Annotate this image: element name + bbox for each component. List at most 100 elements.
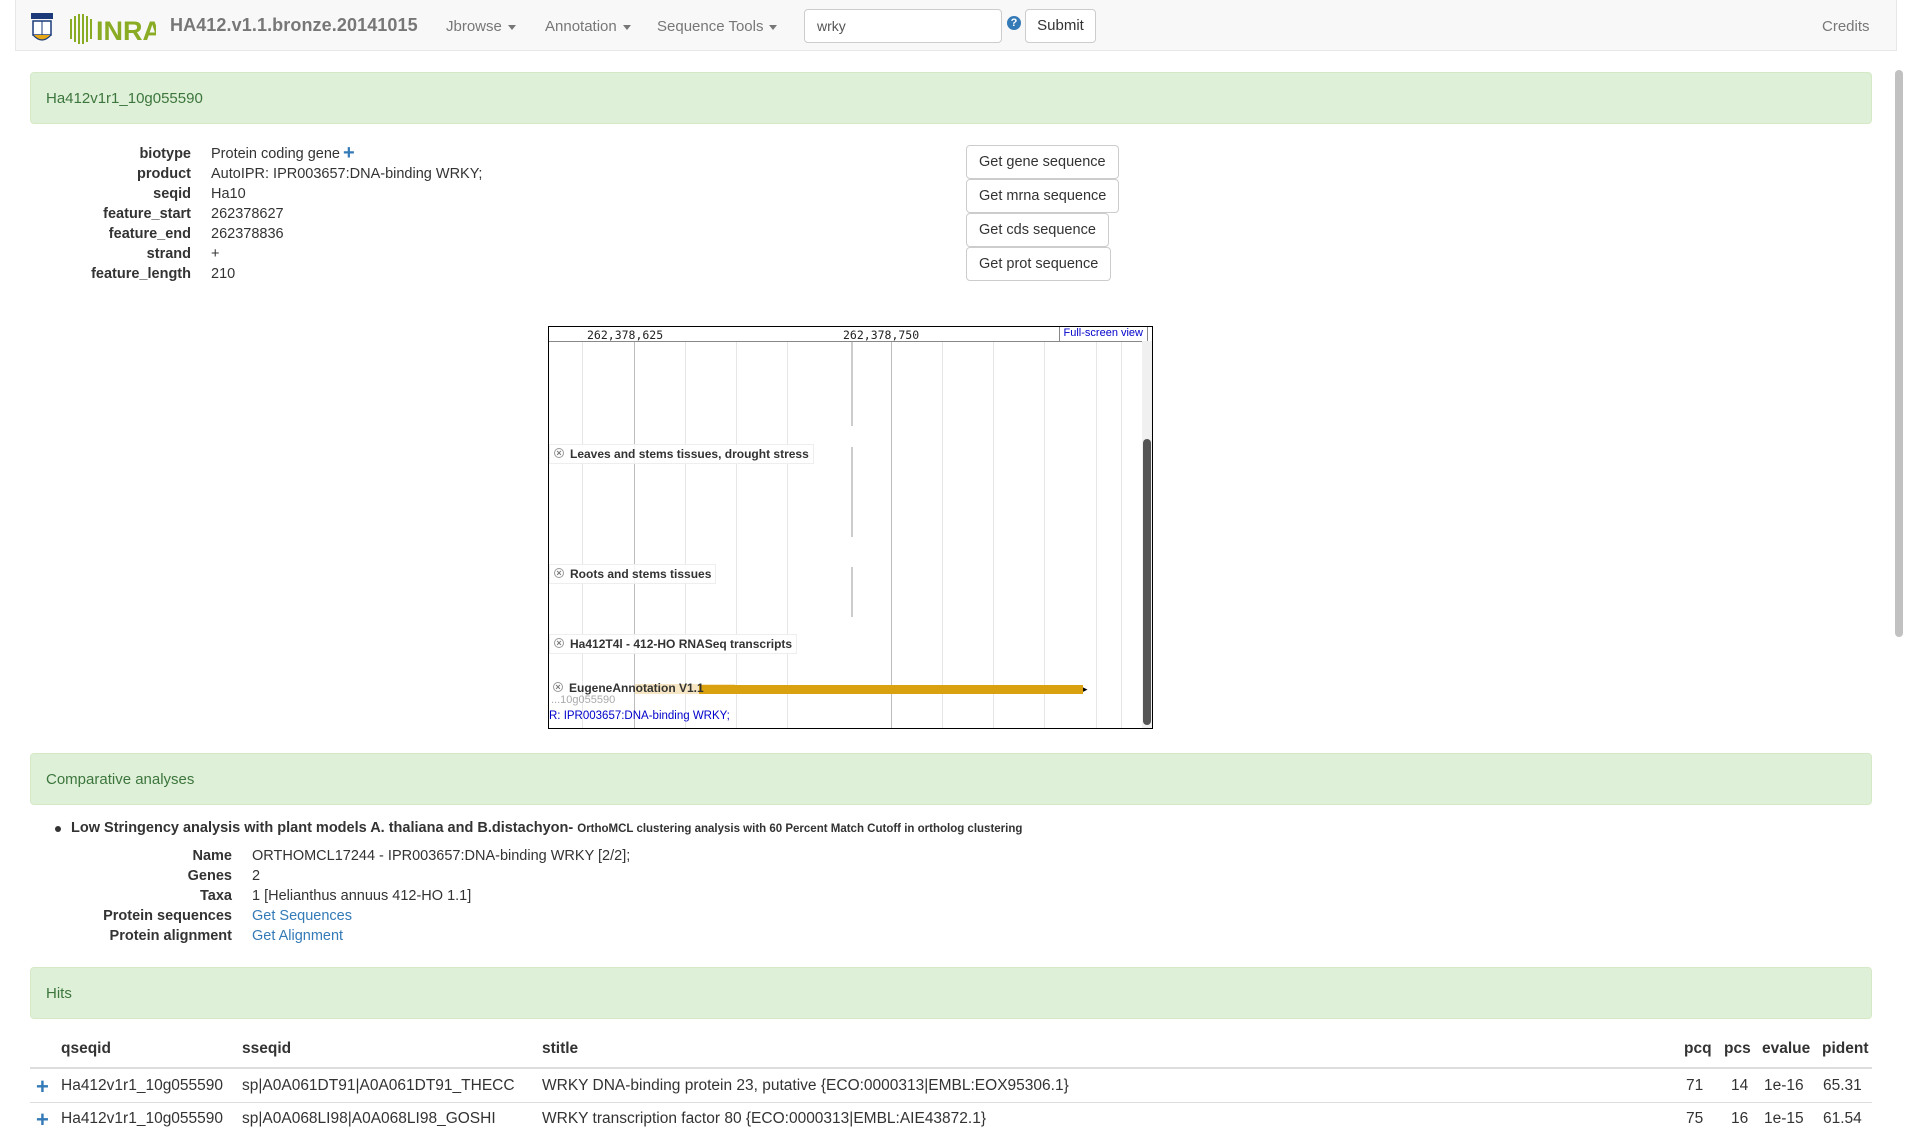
comparative-heading: Comparative analyses: [30, 753, 1872, 805]
pident-cell: 61.54: [1823, 1110, 1862, 1127]
pcq-cell: 75: [1686, 1110, 1704, 1127]
app-title[interactable]: HA412.v1.1.bronze.20141015: [170, 15, 418, 36]
help-icon[interactable]: ?: [1007, 16, 1021, 30]
comparative-title-text: Low Stringency analysis with plant model…: [71, 820, 574, 836]
menu-sequence-tools-label: Sequence Tools: [657, 18, 764, 35]
evalue-cell: 1e-15: [1764, 1110, 1804, 1127]
track-label[interactable]: × Roots and stems tissues: [549, 564, 717, 584]
jbrowse-scrollbar[interactable]: [1142, 341, 1152, 728]
feature-description[interactable]: R: IPR003657:DNA-binding WRKY;: [549, 710, 730, 722]
prop-key: feature_length: [91, 266, 191, 282]
prop-value: Protein coding gene +: [211, 143, 355, 163]
expand-plus-icon[interactable]: +: [36, 1076, 49, 1098]
evalue-cell: 1e-16: [1764, 1077, 1804, 1094]
page-scrollbar-thumb[interactable]: [1895, 70, 1903, 637]
prop-value: 262378627: [211, 206, 284, 222]
track-label-text: Ha412T4l - 412-HO RNASeq transcripts: [570, 637, 793, 651]
jbrowse-scrollbar-thumb[interactable]: [1143, 439, 1151, 725]
stitle-cell: WRKY DNA-binding protein 23, putative {E…: [542, 1077, 1069, 1094]
comp-value: 1 [Helianthus annuus 412-HO 1.1]: [252, 888, 472, 904]
ulb-logo[interactable]: [31, 13, 53, 43]
column-header[interactable]: pcs: [1724, 1040, 1751, 1058]
close-icon[interactable]: ×: [554, 448, 564, 458]
sseqid-cell: sp|A0A068LI98|A0A068LI98_GOSHI: [242, 1110, 496, 1127]
strand-arrow-icon: ▸: [1083, 684, 1088, 694]
table-header-divider: [30, 1067, 1872, 1069]
stitle-cell: WRKY transcription factor 80 {ECO:000031…: [542, 1110, 987, 1127]
column-header[interactable]: stitle: [542, 1040, 578, 1058]
pcq-cell: 71: [1686, 1077, 1704, 1094]
close-icon[interactable]: ×: [554, 568, 564, 578]
menu-annotation[interactable]: Annotation: [545, 18, 631, 35]
row-divider: [30, 1102, 1872, 1103]
get-gene-sequence-button[interactable]: Get gene sequence: [966, 145, 1119, 179]
prop-key: strand: [146, 246, 191, 262]
menu-sequence-tools[interactable]: Sequence Tools: [657, 18, 778, 35]
comparative-subtitle: OrthoMCL clustering analysis with 60 Per…: [577, 823, 1023, 835]
credits-link[interactable]: Credits: [1822, 18, 1870, 35]
caret-down-icon: [769, 24, 778, 30]
comp-key: Protein alignment: [109, 928, 232, 944]
jbrowse-view[interactable]: 262,378,625 262,378,750 Full-screen view…: [548, 326, 1153, 729]
gene-heading: Ha412v1r1_10g055590: [30, 72, 1872, 124]
prop-key: feature_start: [103, 206, 191, 222]
track-label[interactable]: × EugeneAnnotation V1.1: [549, 679, 708, 697]
menu-jbrowse-label: Jbrowse: [446, 18, 502, 35]
comp-key: Taxa: [200, 888, 232, 904]
prop-value: AutoIPR: IPR003657:DNA-binding WRKY;: [211, 166, 483, 182]
expand-plus-icon[interactable]: +: [36, 1109, 49, 1131]
column-header[interactable]: sseqid: [242, 1040, 291, 1058]
pcs-cell: 16: [1731, 1110, 1749, 1127]
submit-button[interactable]: Submit: [1025, 9, 1096, 43]
comp-key: Genes: [187, 868, 232, 884]
plus-icon[interactable]: +: [343, 143, 355, 163]
prop-key: feature_end: [108, 226, 191, 242]
get-cds-sequence-button[interactable]: Get cds sequence: [966, 213, 1109, 247]
caret-down-icon: [507, 24, 516, 30]
sseqid-cell: sp|A0A061DT91|A0A061DT91_THECC: [242, 1077, 515, 1094]
prop-value: +: [211, 246, 220, 262]
inra-logo[interactable]: INRA: [68, 13, 162, 46]
gene-feature[interactable]: [699, 685, 1083, 694]
page-scrollbar[interactable]: [1892, 70, 1905, 640]
pcs-cell: 14: [1731, 1077, 1749, 1094]
comp-value: 2: [252, 868, 261, 884]
get-mrna-sequence-button[interactable]: Get mrna sequence: [966, 179, 1120, 213]
biotype-value: Protein coding gene: [211, 146, 340, 162]
close-icon[interactable]: ×: [553, 682, 563, 692]
column-header[interactable]: pcq: [1684, 1040, 1712, 1058]
comp-key: Protein sequences: [103, 908, 232, 924]
prop-value: 210: [211, 266, 236, 282]
track-label[interactable]: × Ha412T4l - 412-HO RNASeq transcripts: [549, 634, 798, 654]
caret-down-icon: [622, 24, 631, 30]
prop-key: biotype: [139, 146, 191, 162]
track-label-text: EugeneAnnotation V1.1: [569, 681, 704, 695]
track-label-text: Leaves and stems tissues, drought stress: [570, 447, 809, 461]
prop-key: product: [137, 166, 191, 182]
qseqid-link[interactable]: Ha412v1r1_10g055590: [61, 1110, 223, 1128]
ruler-label: 262,378,750: [843, 328, 920, 342]
qseqid-link[interactable]: Ha412v1r1_10g055590: [61, 1077, 223, 1095]
svg-text:INRA: INRA: [96, 16, 156, 45]
prop-value: Ha10: [211, 186, 246, 202]
menu-jbrowse[interactable]: Jbrowse: [446, 18, 516, 35]
get-alignment-link[interactable]: Get Alignment: [252, 928, 343, 944]
search-input[interactable]: [804, 9, 1002, 43]
hits-heading: Hits: [30, 967, 1872, 1019]
comparative-title: Low Stringency analysis with plant model…: [71, 820, 1022, 836]
column-header[interactable]: evalue: [1762, 1040, 1810, 1058]
get-prot-sequence-button[interactable]: Get prot sequence: [966, 247, 1112, 281]
get-sequences-link[interactable]: Get Sequences: [252, 908, 352, 924]
comp-key: Name: [192, 848, 233, 864]
prop-value: 262378836: [211, 226, 284, 242]
prop-key: seqid: [153, 186, 191, 202]
track-label[interactable]: × Leaves and stems tissues, drought stre…: [549, 444, 814, 464]
close-icon[interactable]: ×: [554, 638, 564, 648]
track-label-text: Roots and stems tissues: [570, 567, 712, 581]
column-header[interactable]: qseqid: [61, 1040, 111, 1058]
pident-cell: 65.31: [1823, 1077, 1862, 1094]
bullet: [55, 826, 61, 832]
fullscreen-view-link[interactable]: Full-screen view: [1058, 327, 1148, 342]
menu-annotation-label: Annotation: [545, 18, 617, 35]
column-header[interactable]: pident: [1822, 1040, 1869, 1058]
